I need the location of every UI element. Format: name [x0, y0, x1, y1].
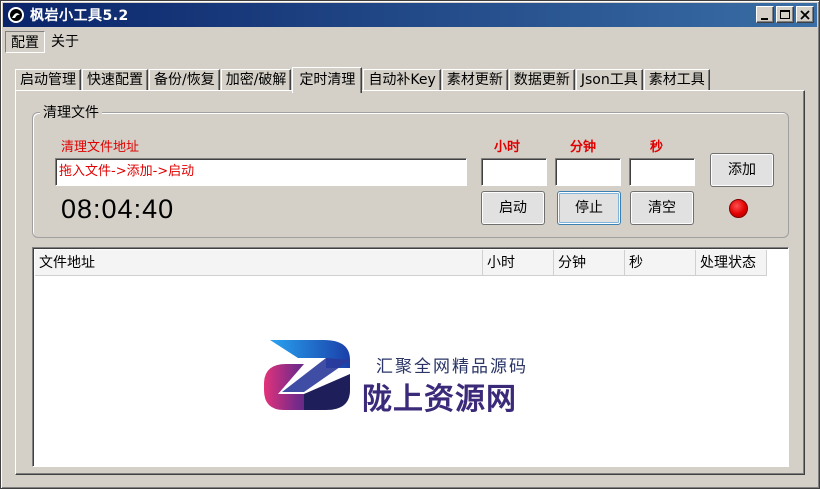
maximize-icon [780, 10, 790, 19]
second-label: 秒 [650, 140, 664, 155]
minute-input[interactable] [555, 158, 621, 186]
window-title: 枫岩小工具5.2 [30, 8, 129, 24]
title-bar[interactable]: 枫岩小工具5.2 [3, 3, 817, 27]
tab-json-tool[interactable]: Json工具 [575, 69, 643, 91]
second-input[interactable] [629, 158, 695, 186]
tab-strip: 启动管理 快速配置 备份/恢复 加密/破解 定时清理 自动补Key 素材更新 数… [15, 67, 711, 93]
clock-display: 08:04:40 [61, 194, 175, 224]
column-hour[interactable]: 小时 [483, 250, 554, 276]
maximize-button[interactable] [776, 6, 794, 23]
column-status[interactable]: 处理状态 [696, 250, 767, 276]
menu-config[interactable]: 配置 [5, 31, 45, 53]
minimize-icon [761, 18, 768, 20]
hour-label: 小时 [494, 140, 521, 155]
status-indicator [729, 199, 748, 218]
watermark-name: 陇上资源网 [362, 382, 517, 417]
add-button[interactable]: 添加 [710, 153, 774, 187]
column-minute[interactable]: 分钟 [554, 250, 625, 276]
start-button[interactable]: 启动 [481, 191, 545, 225]
tab-auto-key[interactable]: 自动补Key [363, 69, 441, 91]
hour-input[interactable] [481, 158, 547, 186]
minute-label: 分钟 [570, 140, 597, 155]
column-file-path[interactable]: 文件地址 [35, 250, 483, 276]
menu-about[interactable]: 关于 [45, 31, 85, 53]
stop-button[interactable]: 停止 [557, 191, 621, 225]
tab-startup[interactable]: 启动管理 [15, 69, 81, 91]
app-window: 枫岩小工具5.2 配置 关于 启动管理 快速配置 备份/恢复 加密/破解 定时清… [0, 0, 820, 489]
close-icon [800, 10, 810, 20]
close-button[interactable] [796, 6, 814, 23]
tab-encrypt-crack[interactable]: 加密/破解 [220, 69, 292, 91]
tab-quick-config[interactable]: 快速配置 [82, 69, 148, 91]
tab-data-update[interactable]: 数据更新 [508, 69, 575, 91]
path-label: 清理文件地址 [61, 140, 140, 155]
tab-asset-update[interactable]: 素材更新 [441, 69, 508, 91]
clear-button[interactable]: 清空 [630, 191, 694, 225]
tab-scheduled-clean[interactable]: 定时清理 [292, 67, 363, 93]
tab-asset-tool[interactable]: 素材工具 [643, 69, 710, 91]
minimize-button[interactable] [756, 6, 774, 23]
watermark-logo: 汇聚全网精品源码 陇上资源网 [264, 338, 534, 417]
tab-backup-restore[interactable]: 备份/恢复 [149, 69, 220, 91]
app-icon [8, 7, 24, 23]
column-second[interactable]: 秒 [625, 250, 696, 276]
file-path-input[interactable]: 拖入文件->添加->启动 [55, 158, 467, 186]
menu-bar: 配置 关于 [3, 29, 817, 55]
group-legend: 清理文件 [40, 102, 102, 122]
logo-icon [264, 340, 350, 410]
list-header: 文件地址 小时 分钟 秒 处理状态 [35, 250, 767, 276]
